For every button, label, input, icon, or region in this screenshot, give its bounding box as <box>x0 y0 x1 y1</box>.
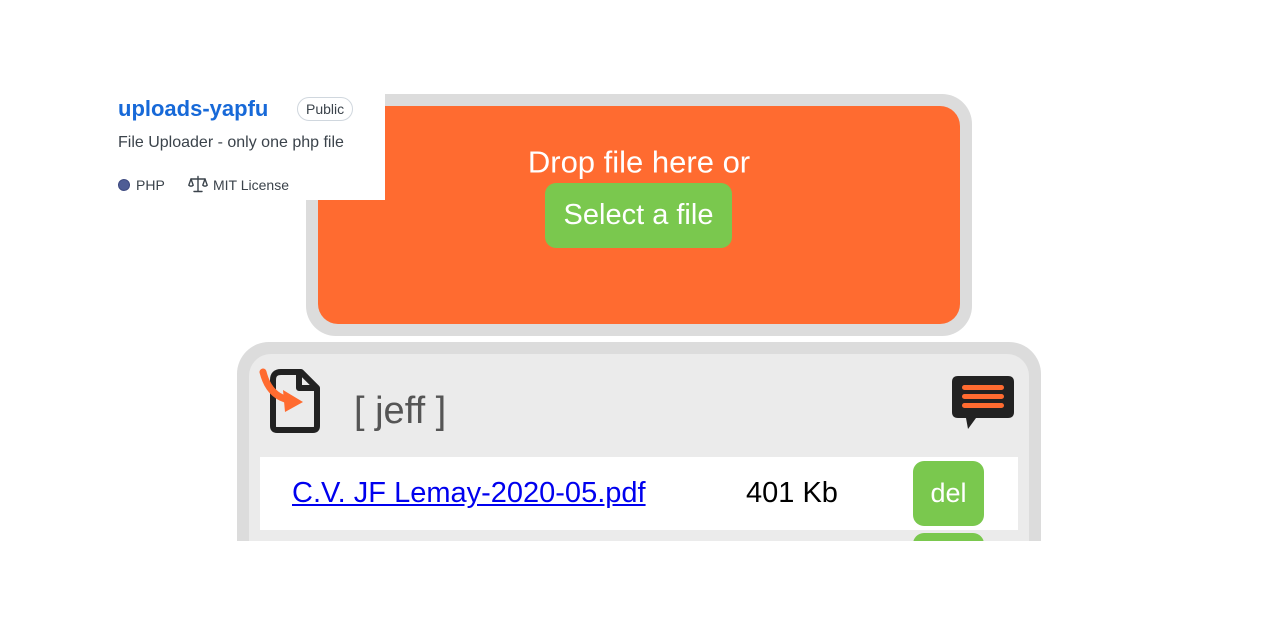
file-row: C.V. JF Lemay-2020-05.pdf 401 Kb del <box>260 457 1018 530</box>
repo-name-link[interactable]: uploads-yapfu <box>118 96 268 122</box>
select-file-button[interactable]: Select a file <box>545 183 732 248</box>
page: Drop file here or Select a file uploads-… <box>0 0 1280 640</box>
repo-description: File Uploader - only one php file <box>118 134 344 151</box>
language-color-dot <box>118 179 130 191</box>
repo-license: MIT License <box>213 177 289 193</box>
dropzone-prompt: Drop file here or <box>527 144 751 180</box>
file-link[interactable]: C.V. JF Lemay-2020-05.pdf <box>292 477 646 510</box>
current-user-label: [ jeff ] <box>354 390 447 432</box>
file-upload-icon <box>259 368 320 433</box>
dropzone-text-wrap: Drop file here or <box>306 0 972 340</box>
page-background <box>0 541 1280 640</box>
visibility-badge: Public <box>297 97 354 121</box>
delete-file-button[interactable]: del <box>913 461 984 526</box>
file-size: 401 Kb <box>746 477 838 509</box>
chat-bubble-icon[interactable] <box>950 373 1016 433</box>
repo-card: uploads-yapfu Public File Uploader - onl… <box>100 88 385 200</box>
scale-icon <box>188 175 208 193</box>
repo-language: PHP <box>136 177 165 193</box>
